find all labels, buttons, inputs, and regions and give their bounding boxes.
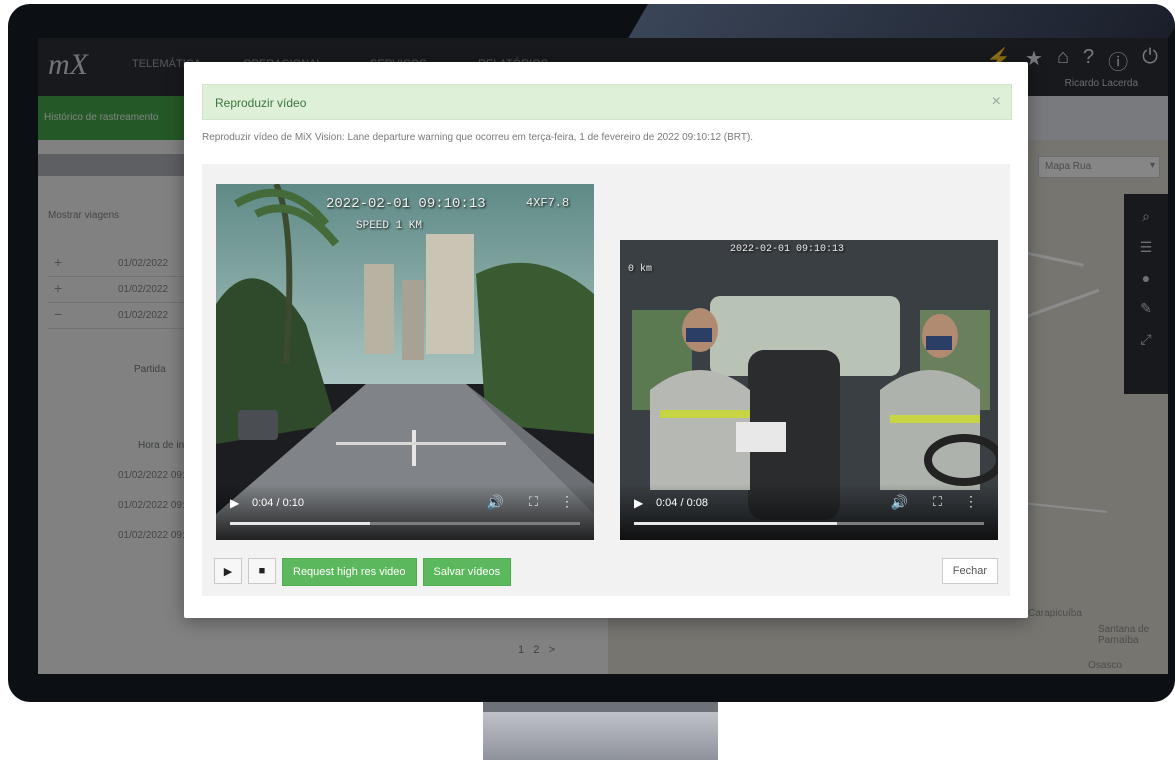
video-modal: Reproduzir vídeo × Reproduzir vídeo de M…: [184, 62, 1028, 618]
video-time: 0:04 / 0:08: [656, 497, 708, 509]
video-camera-id: 4XF7.8: [526, 196, 570, 210]
volume-icon[interactable]: 🔊: [487, 494, 504, 511]
volume-icon[interactable]: 🔊: [891, 494, 908, 511]
video-timestamp: 2022-02-01 09:10:13: [730, 244, 845, 255]
video-controls: ▶ 0:04 / 0:08 🔊 ⛶ ⋮: [620, 484, 998, 540]
request-high-res-button[interactable]: Request high res video: [282, 558, 417, 586]
video-progress-fill: [230, 522, 370, 525]
close-icon[interactable]: ×: [992, 93, 1001, 111]
close-button[interactable]: Fechar: [941, 558, 998, 584]
play-icon[interactable]: ▶: [230, 496, 239, 510]
video-time: 0:04 / 0:10: [252, 497, 304, 509]
video-speed: SPEED 1 KM: [356, 220, 423, 232]
video-progress-track[interactable]: [634, 522, 984, 525]
modal-toolbar: ▶ ■ Request high res video Salvar vídeos: [214, 558, 512, 586]
video-speed: 0 km: [628, 264, 653, 275]
video-timestamp: 2022-02-01 09:10:13: [326, 196, 486, 212]
more-options-icon[interactable]: ⋮: [560, 493, 574, 510]
cabin-video-player[interactable]: 2022-02-01 09:10:13 0 km ▶ 0:04 / 0:08 🔊…: [620, 240, 998, 540]
save-videos-button[interactable]: Salvar vídeos: [422, 558, 512, 586]
road-video-player[interactable]: 2022-02-01 09:10:13 4XF7.8 SPEED 1 KM ▶ …: [216, 184, 594, 540]
video-area: 2022-02-01 09:10:13 4XF7.8 SPEED 1 KM ▶ …: [202, 164, 1010, 596]
stop-all-button[interactable]: ■: [248, 558, 276, 584]
fullscreen-icon[interactable]: ⛶: [529, 494, 538, 510]
modal-title: Reproduzir vídeo: [215, 96, 307, 110]
play-icon[interactable]: ▶: [634, 496, 643, 510]
play-all-button[interactable]: ▶: [214, 558, 242, 584]
monitor-stand-shadow: [483, 702, 718, 712]
video-progress-fill: [634, 522, 837, 525]
more-options-icon[interactable]: ⋮: [964, 493, 978, 510]
modal-header: Reproduzir vídeo ×: [202, 84, 1012, 120]
video-progress-track[interactable]: [230, 522, 580, 525]
modal-description: Reproduzir vídeo de MiX Vision: Lane dep…: [202, 132, 754, 143]
video-controls: ▶ 0:04 / 0:10 🔊 ⛶ ⋮: [216, 484, 594, 540]
fullscreen-icon[interactable]: ⛶: [933, 494, 942, 510]
monitor-bezel: mX TELEMÁTICA OPERACIONAL SERVIÇOS RELAT…: [8, 4, 1175, 702]
